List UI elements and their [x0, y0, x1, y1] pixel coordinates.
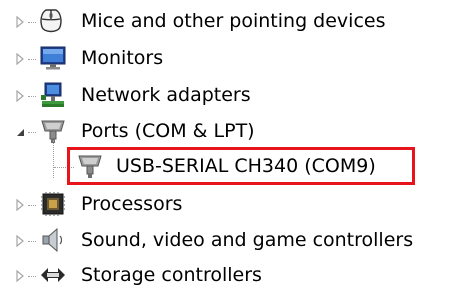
- tree-item-network-adapters[interactable]: Network adapters: [0, 77, 454, 113]
- tree-item-label: Sound, video and game controllers: [81, 229, 414, 251]
- expand-arrow-icon[interactable]: [15, 53, 25, 65]
- mouse-icon: [40, 9, 62, 33]
- tree-item-label: Processors: [81, 193, 183, 215]
- monitor-icon: [40, 46, 66, 70]
- tree-item-sound-video-game[interactable]: Sound, video and game controllers: [0, 222, 454, 258]
- tree-item-ports[interactable]: Ports (COM & LPT): [0, 113, 454, 149]
- network-adapter-icon: [41, 82, 64, 107]
- speaker-icon: [42, 227, 63, 253]
- device-manager-tree: Mice and other pointing devices Monitors: [0, 0, 454, 296]
- tree-item-label: Mice and other pointing devices: [81, 10, 386, 32]
- expand-arrow-icon[interactable]: [15, 90, 25, 102]
- collapse-arrow-icon[interactable]: [15, 126, 25, 138]
- tree-item-label: Network adapters: [81, 84, 251, 106]
- tree-item-label: Monitors: [81, 47, 164, 69]
- tree-item-label: Ports (COM & LPT): [81, 120, 255, 142]
- processor-icon: [41, 192, 65, 216]
- tree-item-processors[interactable]: Processors: [0, 186, 454, 222]
- tree-item-label: Storage controllers: [81, 264, 262, 286]
- expand-arrow-icon[interactable]: [15, 235, 25, 247]
- expand-arrow-icon[interactable]: [15, 270, 25, 282]
- expand-arrow-icon[interactable]: [15, 16, 25, 28]
- expand-arrow-icon[interactable]: [15, 199, 25, 211]
- tree-item-mice[interactable]: Mice and other pointing devices: [0, 3, 454, 39]
- tree-item-monitors[interactable]: Monitors: [0, 40, 454, 76]
- tree-item-storage-controllers[interactable]: Storage controllers: [0, 257, 454, 293]
- highlight-box: [67, 147, 415, 185]
- storage-controller-icon: [41, 268, 65, 282]
